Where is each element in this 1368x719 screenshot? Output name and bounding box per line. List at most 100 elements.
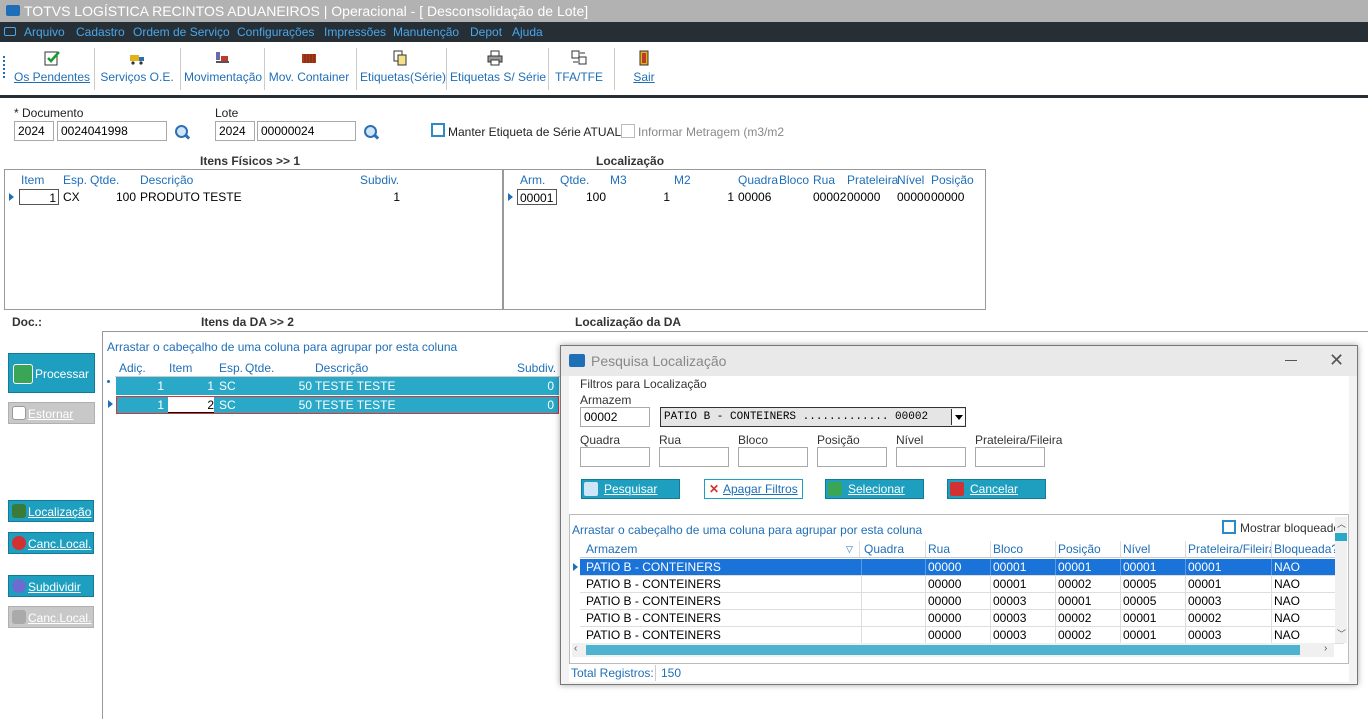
movimentacao-button[interactable]: Movimentação — [184, 42, 262, 94]
itens-fisicos-title: Itens Físicos >> 1 — [200, 154, 301, 168]
column-header[interactable]: Quadra — [862, 541, 926, 557]
localizacao-button[interactable]: Localização — [8, 500, 94, 522]
column-header[interactable]: Qtde. — [560, 172, 589, 188]
posicao-field[interactable] — [817, 447, 887, 467]
horizontal-scrollbar[interactable]: ‹ › — [572, 643, 1334, 657]
column-header[interactable]: Qtde. — [245, 360, 274, 376]
table-row[interactable]: 1 1 SC 50 TESTE TESTE 0 — [116, 377, 559, 395]
column-header[interactable]: Armazem — [584, 541, 860, 557]
lote-numero-field[interactable]: 00000024 — [257, 121, 356, 141]
armazem-select[interactable]: PATIO B - CONTEINERS ............. 00002 — [660, 407, 966, 427]
subdividir-button[interactable]: Subdividir — [8, 575, 94, 597]
canc-local-button[interactable]: Canc.Local. — [8, 532, 94, 554]
vertical-scrollbar[interactable]: ︿ ﹀ — [1335, 517, 1347, 643]
chevron-down-icon[interactable] — [951, 409, 965, 425]
lote-ano-field[interactable]: 2024 — [215, 121, 255, 141]
nivel-field[interactable] — [896, 447, 966, 467]
etiquetas-serie-button[interactable]: Etiquetas(Série) — [360, 42, 446, 94]
estornar-button[interactable]: Estornar — [8, 402, 95, 424]
sair-button[interactable]: Sair — [624, 42, 664, 94]
canc-local-2-button[interactable]: Canc.Local. — [8, 606, 94, 628]
pesquisar-button[interactable]: Pesquisar — [581, 479, 680, 499]
table-row[interactable]: PATIO B - CONTEINERS 00000 00003 00001 0… — [580, 593, 1344, 610]
row-indicator-icon — [108, 400, 113, 408]
container-icon — [302, 54, 316, 63]
column-header[interactable]: M2 — [674, 172, 691, 188]
menu-impressoes[interactable]: Impressões — [324, 22, 386, 42]
column-header[interactable]: Qtde. — [90, 172, 136, 188]
scrollbar-thumb[interactable] — [1335, 533, 1347, 541]
menu-ordem-servico[interactable]: Ordem de Serviço — [133, 22, 230, 42]
column-header[interactable]: Bloqueada? — [1272, 541, 1344, 557]
menu-manutencao[interactable]: Manutenção — [393, 22, 459, 42]
minimize-icon[interactable] — [1285, 360, 1297, 361]
column-header[interactable]: Item — [21, 172, 59, 188]
column-header[interactable]: Arm. — [520, 172, 545, 188]
cancelar-button[interactable]: Cancelar — [947, 479, 1046, 499]
column-header[interactable]: Prateleira/Fileira — [1186, 541, 1272, 557]
column-header[interactable]: Adiç. — [119, 360, 146, 376]
column-header[interactable]: Subdiv. — [517, 360, 556, 376]
column-header[interactable]: Prateleira — [847, 172, 898, 188]
etiquetas-s-serie-button[interactable]: Etiquetas S/ Série — [450, 42, 546, 94]
scroll-down-icon[interactable]: ﹀ — [1337, 627, 1346, 640]
documento-numero-field[interactable]: 0024041998 — [57, 121, 167, 141]
column-header[interactable]: Nível — [1121, 541, 1186, 557]
column-header[interactable]: Rua — [813, 172, 835, 188]
apagar-filtros-button[interactable]: ✕ Apagar Filtros — [704, 479, 803, 499]
column-header[interactable]: Rua — [926, 541, 991, 557]
scrollbar-thumb[interactable] — [586, 645, 1300, 655]
menu-ajuda[interactable]: Ajuda — [512, 22, 543, 42]
toolbar-grip[interactable] — [3, 56, 5, 78]
manter-etiqueta-checkbox[interactable] — [431, 123, 445, 137]
tfa-tfe-button[interactable]: TFA/TFE — [552, 42, 606, 94]
rua-field[interactable] — [659, 447, 729, 467]
table-row[interactable]: 1 2 SC 50 TESTE TESTE 0 — [116, 396, 559, 414]
os-pendentes-button[interactable]: Os Pendentes — [14, 42, 90, 94]
processar-button[interactable]: Processar — [8, 353, 95, 393]
servicos-oe-button[interactable]: Serviços O.E. — [100, 42, 174, 94]
table-row[interactable]: PATIO B - CONTEINERS 00000 00001 00002 0… — [580, 576, 1344, 593]
column-header[interactable]: Descrição — [140, 172, 358, 188]
column-header[interactable]: Item — [169, 360, 192, 376]
bloco-field[interactable] — [738, 447, 808, 467]
selecionar-button[interactable]: Selecionar — [825, 479, 924, 499]
column-header[interactable]: Quadra — [738, 172, 778, 188]
table-row[interactable]: PATIO B - CONTEINERS 00000 00003 00002 0… — [580, 627, 1344, 644]
table-row[interactable]: PATIO B - CONTEINERS 00000 00003 00002 0… — [580, 610, 1344, 627]
column-header[interactable]: Nível — [897, 172, 924, 188]
column-header[interactable]: Subdiv. — [360, 172, 402, 188]
column-header[interactable]: Bloco — [779, 172, 809, 188]
scroll-left-icon[interactable]: ‹ — [574, 643, 577, 654]
informar-metragem-checkbox[interactable] — [621, 124, 635, 138]
menu-arquivo[interactable]: Arquivo — [24, 22, 65, 42]
table-row[interactable]: PATIO B - CONTEINERS 00000 00001 00001 0… — [580, 559, 1344, 576]
prateleira-field[interactable] — [975, 447, 1045, 467]
scroll-right-icon[interactable]: › — [1324, 643, 1327, 654]
doc-label: Doc.: — [12, 315, 42, 329]
dialog-title-bar: Pesquisa Localização ✕ — [561, 346, 1357, 376]
documento-label: * Documento — [14, 106, 84, 120]
menu-depot[interactable]: Depot — [470, 22, 502, 42]
quadra-field[interactable] — [580, 447, 650, 467]
search-icon[interactable] — [174, 124, 190, 140]
toolbar: Os Pendentes Serviços O.E. Movimentação … — [0, 42, 1368, 98]
armazem-code-field[interactable]: 00002 — [580, 407, 650, 427]
filter-icon[interactable]: ▽ — [846, 544, 853, 555]
mov-container-button[interactable]: Mov. Container — [268, 42, 350, 94]
menu-cadastro[interactable]: Cadastro — [76, 22, 125, 42]
column-header[interactable]: M3 — [610, 172, 627, 188]
column-header[interactable]: Posição — [931, 172, 974, 188]
scroll-up-icon[interactable]: ︿ — [1337, 517, 1346, 530]
menu-configuracoes[interactable]: Configurações — [237, 22, 314, 42]
mostrar-bloqueados-checkbox[interactable] — [1222, 520, 1236, 534]
documento-ano-field[interactable]: 2024 — [14, 121, 54, 141]
column-header[interactable]: Esp. — [219, 360, 243, 376]
search-icon[interactable] — [363, 124, 379, 140]
column-header[interactable]: Descrição — [315, 360, 368, 376]
localizacao-da-title: Localização da DA — [575, 315, 682, 329]
column-header[interactable]: Bloco — [991, 541, 1056, 557]
column-header[interactable]: Esp. — [63, 172, 89, 188]
column-header[interactable]: Posição — [1056, 541, 1121, 557]
close-icon[interactable]: ✕ — [1329, 350, 1344, 371]
